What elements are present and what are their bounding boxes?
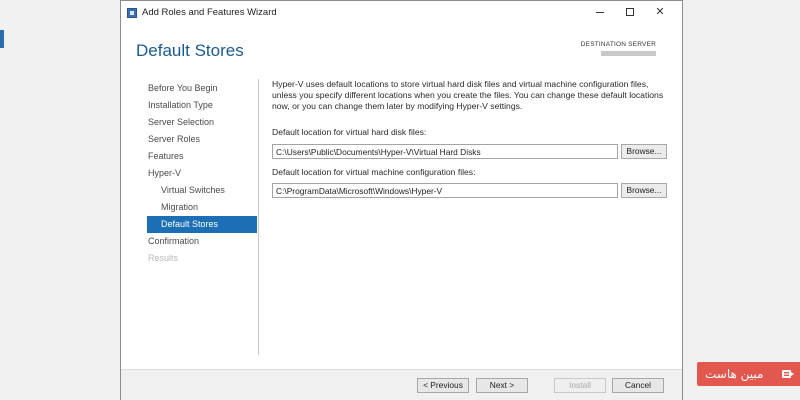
background-left [0, 0, 120, 400]
previous-button[interactable]: < Previous [417, 378, 469, 393]
server-manager-icon [127, 8, 137, 18]
nav-item-features[interactable]: Features [147, 148, 257, 165]
window-title: Add Roles and Features Wizard [142, 7, 277, 18]
nav-item-confirmation[interactable]: Confirmation [147, 233, 257, 250]
nav-divider [258, 79, 259, 355]
vhd-location-input[interactable] [272, 144, 618, 159]
nav-item-default-stores[interactable]: Default Stores [147, 216, 257, 233]
watermark-badge: مبین هاست [697, 362, 800, 386]
maximize-button[interactable] [619, 3, 641, 21]
vm-config-browse-button[interactable]: Browse... [621, 183, 667, 198]
minimize-button[interactable] [589, 3, 611, 21]
background-right [683, 0, 800, 400]
wizard-footer: < Previous Next > Install Cancel [121, 369, 682, 400]
next-button[interactable]: Next > [476, 378, 528, 393]
cancel-button[interactable]: Cancel [612, 378, 664, 393]
destination-server-label: DESTINATION SERVER [580, 41, 656, 48]
vhd-browse-button[interactable]: Browse... [621, 144, 667, 159]
page-title: Default Stores [136, 41, 244, 60]
nav-item-installation-type[interactable]: Installation Type [147, 97, 257, 114]
install-button: Install [554, 378, 606, 393]
title-bar[interactable]: Add Roles and Features Wizard ✕ [121, 1, 682, 25]
vhd-location-label: Default location for virtual hard disk f… [272, 127, 427, 137]
nav-item-server-selection[interactable]: Server Selection [147, 114, 257, 131]
nav-item-virtual-switches[interactable]: Virtual Switches [147, 182, 257, 199]
nav-item-before-you-begin[interactable]: Before You Begin [147, 80, 257, 97]
hosting-logo-icon [782, 370, 794, 378]
maximize-icon [626, 8, 634, 16]
background-accent [0, 30, 4, 48]
minimize-icon [596, 12, 604, 13]
vm-config-location-label: Default location for virtual machine con… [272, 167, 476, 177]
nav-item-hyper-v[interactable]: Hyper-V [147, 165, 257, 182]
nav-item-server-roles[interactable]: Server Roles [147, 131, 257, 148]
destination-server-name [601, 51, 656, 56]
intro-text: Hyper-V uses default locations to store … [272, 79, 664, 111]
close-button[interactable]: ✕ [649, 3, 671, 21]
nav-item-migration[interactable]: Migration [147, 199, 257, 216]
wizard-window: Add Roles and Features Wizard ✕ Default … [120, 0, 683, 400]
watermark-text: مبین هاست [705, 367, 764, 381]
nav-item-results: Results [148, 253, 179, 263]
vm-config-location-input[interactable] [272, 183, 618, 198]
